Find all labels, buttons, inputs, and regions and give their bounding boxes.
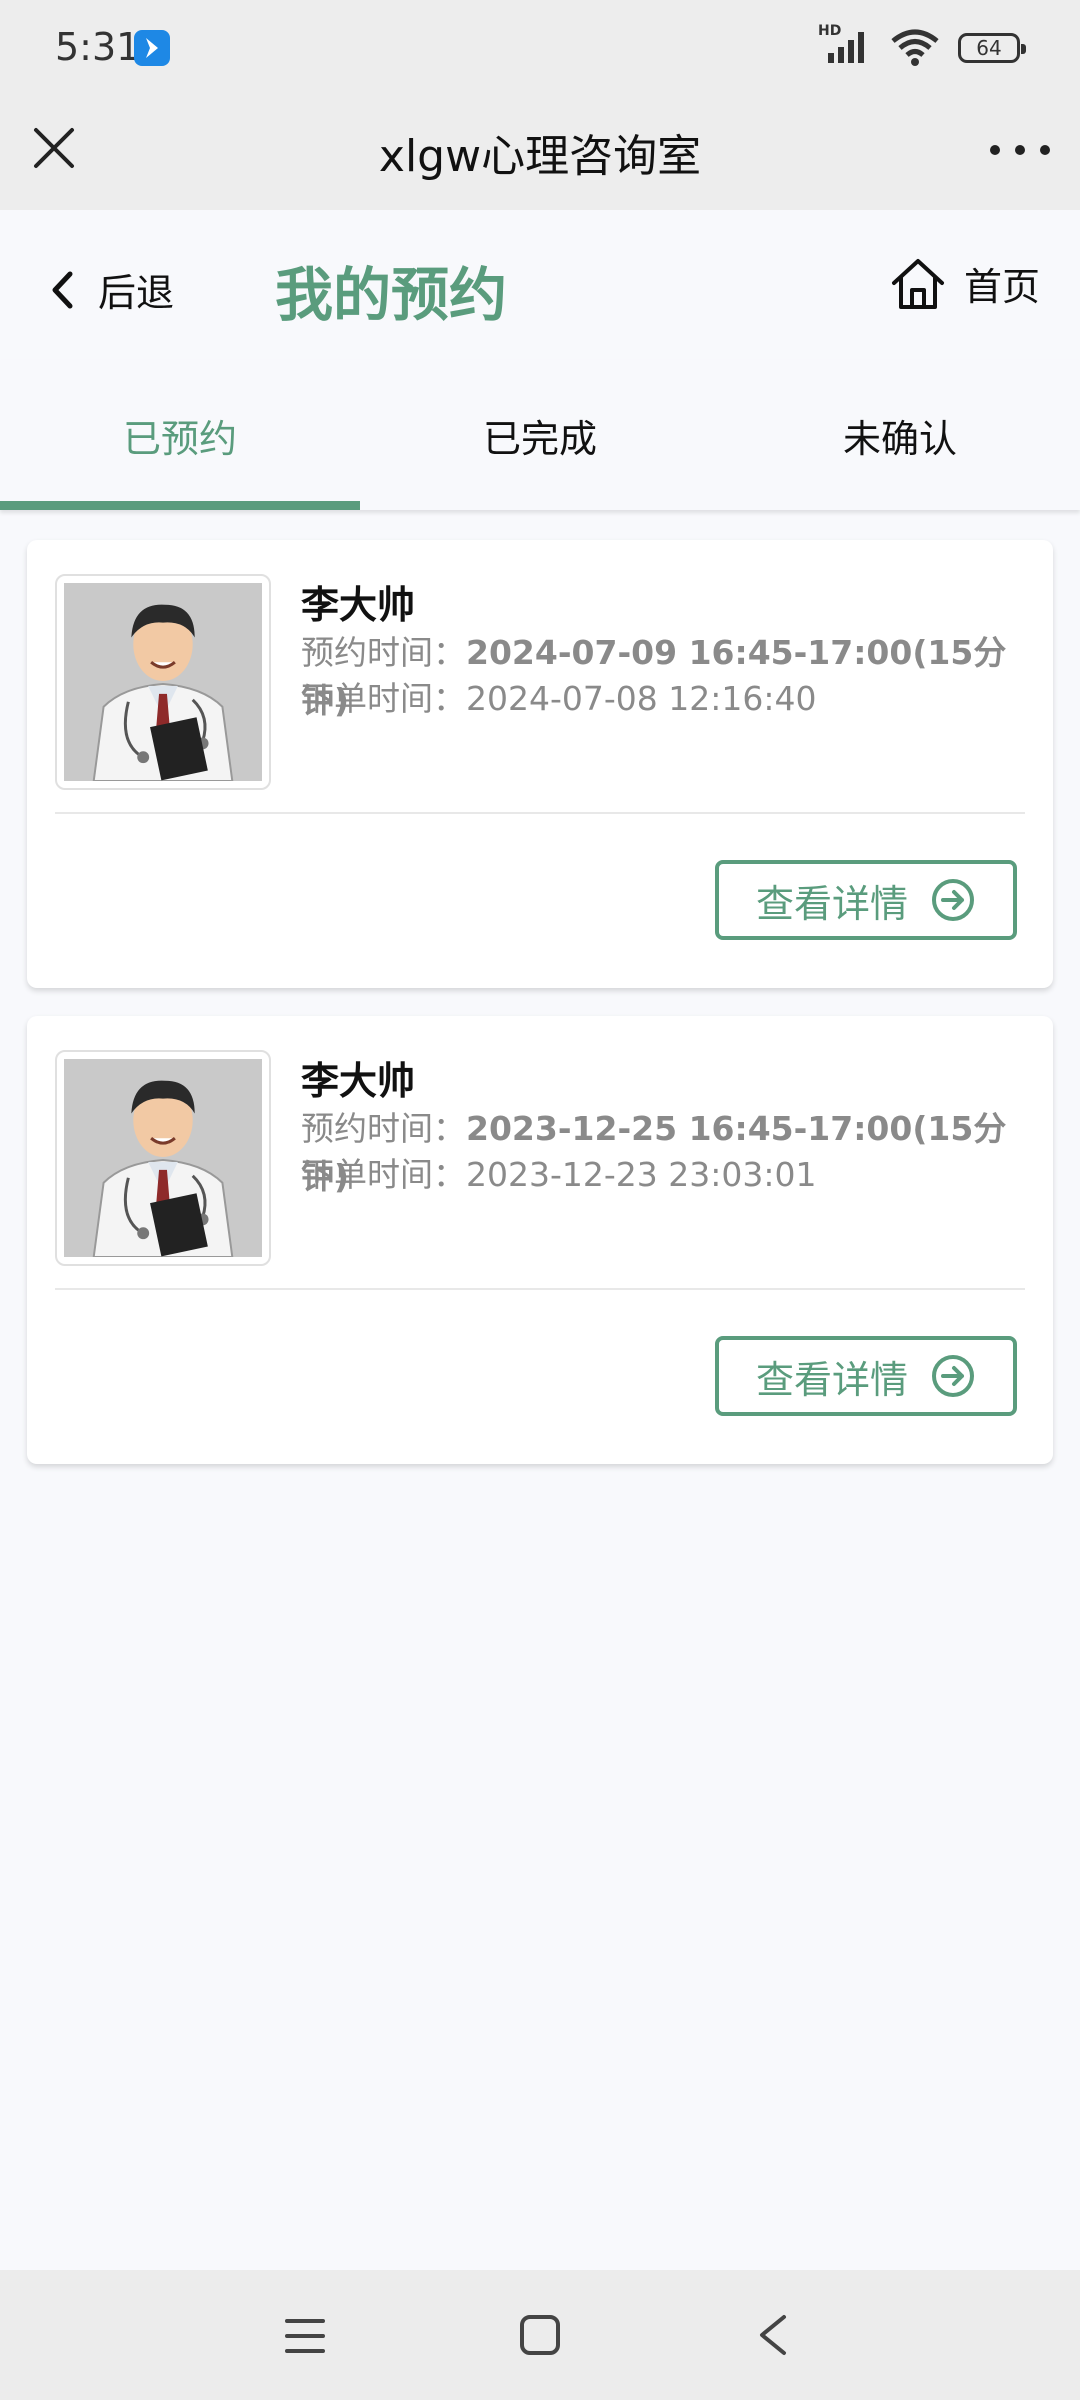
chevron-left-icon	[52, 271, 73, 308]
view-details-label: 查看详情	[755, 881, 908, 926]
more-dot-icon	[1040, 145, 1050, 155]
arrow-right-circle-icon	[932, 1355, 974, 1397]
status-icons: HD 64	[818, 23, 1026, 68]
status-time: 5:31	[55, 25, 141, 69]
appointment-time-label: 预约时间：	[301, 633, 466, 672]
more-dot-icon	[990, 145, 1000, 155]
page-title: 我的预约	[275, 261, 508, 329]
order-time-row: 下单时间：2023-12-23 23:03:01	[301, 1148, 816, 1196]
more-dot-icon	[1015, 145, 1025, 155]
appointment-card: 李大帅 预约时间：2024-07-09 16:45-17:00(15分钟) 下单…	[27, 540, 1053, 988]
back-label: 后退	[98, 271, 175, 315]
doctor-name: 李大帅	[301, 583, 416, 627]
arrow-right-circle-icon	[932, 879, 974, 921]
system-nav-bar	[0, 2270, 1080, 2400]
battery-level: 64	[976, 36, 1002, 60]
doctor-avatar	[55, 1050, 271, 1266]
page-header: 后退 我的预约 首页	[0, 210, 1080, 360]
app-title: xlgw心理咨询室	[378, 131, 702, 182]
doctor-name: 李大帅	[301, 1059, 416, 1103]
title-bar: xlgw心理咨询室	[0, 100, 1080, 210]
card-divider	[55, 812, 1025, 814]
back-triangle-icon[interactable]	[756, 2314, 790, 2356]
order-time-label: 下单时间：	[301, 679, 466, 718]
order-time-row: 下单时间：2024-07-08 12:16:40	[301, 672, 816, 720]
view-details-button[interactable]: 查看详情	[715, 1336, 1017, 1416]
back-button[interactable]: 后退	[50, 262, 174, 317]
view-details-label: 查看详情	[755, 1357, 908, 1402]
home-icon	[891, 258, 944, 309]
order-time-value: 2023-12-23 23:03:01	[466, 1155, 817, 1194]
menu-icon[interactable]	[284, 2316, 326, 2356]
more-button[interactable]	[990, 130, 1050, 170]
tab-bar: 已预约 已完成 未确认	[0, 360, 1080, 510]
order-time-value: 2024-07-08 12:16:40	[466, 679, 817, 718]
tab-unconfirmed[interactable]: 未确认	[720, 360, 1080, 510]
appointment-card: 李大帅 预约时间：2023-12-25 16:45-17:00(15分钟) 下单…	[27, 1016, 1053, 1464]
appointment-time-label: 预约时间：	[301, 1109, 466, 1148]
tab-booked[interactable]: 已预约	[0, 360, 360, 510]
card-divider	[55, 1288, 1025, 1290]
home-square-icon[interactable]	[519, 2314, 561, 2356]
view-details-button[interactable]: 查看详情	[715, 860, 1017, 940]
home-label: 首页	[963, 265, 1040, 309]
order-time-label: 下单时间：	[301, 1155, 466, 1194]
status-bar: 5:31 HD 64	[0, 0, 1080, 100]
doctor-avatar	[55, 574, 271, 790]
signal-icon: HD	[818, 23, 872, 67]
home-button[interactable]: 首页	[890, 256, 1040, 311]
network-type-label: HD	[818, 23, 842, 39]
battery-icon: 64	[958, 33, 1026, 63]
tab-completed[interactable]: 已完成	[360, 360, 720, 510]
doctor-illustration	[64, 583, 262, 781]
doctor-illustration	[64, 1059, 262, 1257]
wifi-icon	[891, 29, 939, 66]
app-notification-icon	[134, 30, 170, 66]
